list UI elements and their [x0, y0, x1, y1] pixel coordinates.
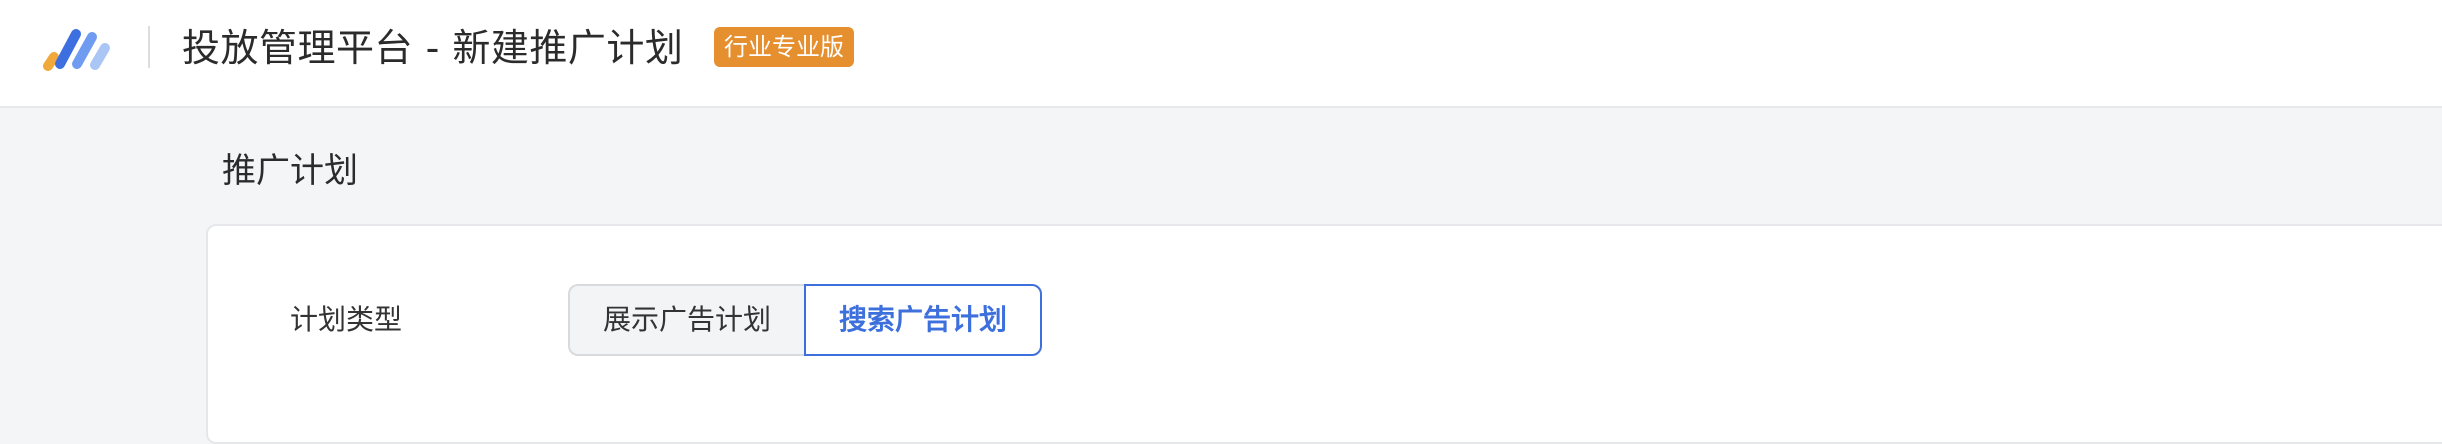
section-title: 推广计划 — [222, 151, 358, 191]
logo-stripe-1 — [43, 52, 59, 71]
logo-stripe-2 — [55, 29, 81, 69]
brand-logo-icon[interactable] — [42, 26, 120, 72]
plan-type-display-option[interactable]: 展示广告计划 — [568, 284, 805, 356]
edition-badge: 行业专业版 — [714, 27, 854, 67]
plan-type-label: 计划类型 — [290, 303, 403, 336]
page-title: 投放管理平台 - 新建推广计划 — [182, 26, 684, 70]
plan-type-selector: 展示广告计划 搜索广告计划 — [568, 284, 1043, 356]
logo-stripe-4 — [90, 43, 110, 70]
top-header: 投放管理平台 - 新建推广计划 行业专业版 — [0, 0, 2442, 108]
header-divider — [148, 26, 150, 68]
plan-type-search-option[interactable]: 搜索广告计划 — [804, 284, 1043, 356]
logo-stripe-3 — [72, 32, 97, 69]
plan-card: 计划类型 展示广告计划 搜索广告计划 — [206, 224, 2442, 444]
